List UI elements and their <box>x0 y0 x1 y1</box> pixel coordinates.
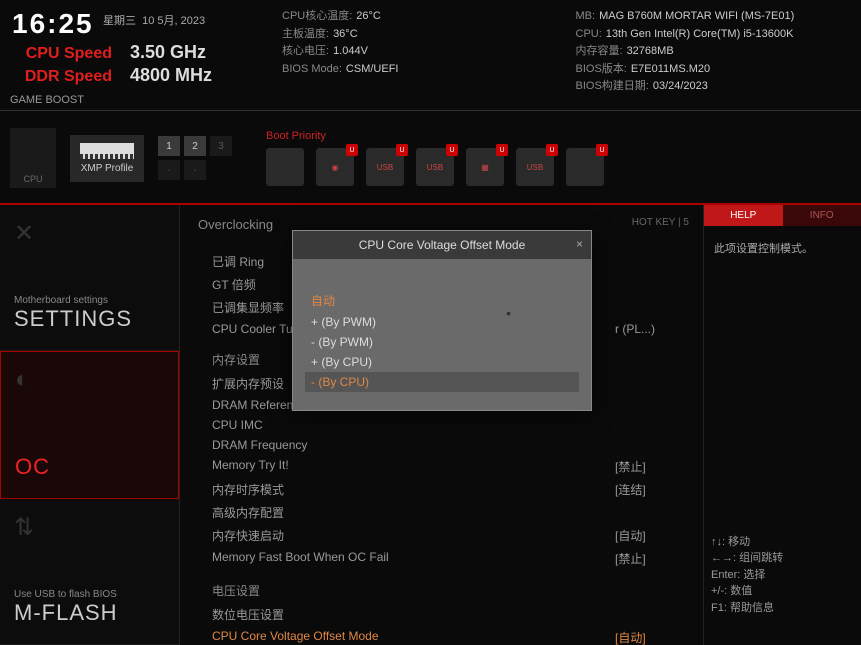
sysinfo-col-1: CPU核心温度:26°C 主板温度:36°C 核心电压:1.044V BIOS … <box>282 8 556 82</box>
boot-priority-area: Boot Priority ◉U USBU USBU ▦U USBU U <box>266 130 604 186</box>
gauge-icon: ◐ <box>15 366 30 394</box>
profile-slot-4[interactable]: · <box>158 160 180 180</box>
uefi-badge-icon: U <box>346 144 358 156</box>
profile-slot-3[interactable]: 3 <box>210 136 232 156</box>
boot-dev-3[interactable]: USBU <box>366 148 404 186</box>
setting-row[interactable]: 内存快速启动[自动] <box>212 524 685 547</box>
boot-dev-2[interactable]: ◉U <box>316 148 354 186</box>
modal-options: • 自动 + (By PWM) - (By PWM) + (By CPU) - … <box>293 259 591 410</box>
profile-slot-2[interactable]: 2 <box>184 136 206 156</box>
uefi-badge-icon: U <box>496 144 508 156</box>
voltage-offset-modal: CPU Core Voltage Offset Mode × • 自动 + (B… <box>292 230 592 411</box>
nav-settings[interactable]: ✕ Motherboard settings SETTINGS <box>0 205 179 351</box>
ram-icon <box>80 143 134 159</box>
cpu-speed-value: 3.50 GHz <box>130 42 206 63</box>
section-voltage: 电压设置 <box>212 582 685 599</box>
close-icon[interactable]: × <box>576 237 583 251</box>
tab-help[interactable]: HELP <box>704 205 783 226</box>
help-description: 此项设置控制模式。 <box>704 226 861 270</box>
uefi-badge-icon: U <box>396 144 408 156</box>
header-bar: 16:25 星期三 10 5月, 2023 CPU Speed 3.50 GHz… <box>0 0 861 90</box>
modal-title: CPU Core Voltage Offset Mode × <box>293 231 591 259</box>
option-auto[interactable]: 自动 <box>305 289 579 312</box>
hotkey-hint: HOT KEY | 5 <box>632 217 689 228</box>
boot-dev-1[interactable] <box>266 148 304 186</box>
mid-toolbar: CPU XMP Profile 1 2 3 · · Boot Priority … <box>0 111 861 205</box>
boot-dev-4[interactable]: USBU <box>416 148 454 186</box>
clock-time: 16:25 <box>12 8 94 40</box>
boot-priority-title: Boot Priority <box>266 130 604 142</box>
cpu-speed-label: CPU Speed <box>12 45 112 63</box>
sysinfo-col-2: MB:MAG B760M MORTAR WIFI (MS-7E01) CPU:1… <box>576 8 850 82</box>
setting-row-selected[interactable]: CPU Core Voltage Offset Mode[自动] <box>212 626 685 645</box>
option-minus-cpu[interactable]: - (By CPU) <box>305 372 579 392</box>
profile-slot-5[interactable]: · <box>184 160 206 180</box>
option-plus-pwm[interactable]: + (By PWM) <box>305 312 579 332</box>
option-plus-cpu[interactable]: + (By CPU) <box>305 352 579 372</box>
ddr-speed-label: DDR Speed <box>12 68 112 86</box>
uefi-badge-icon: U <box>596 144 608 156</box>
xmp-label: XMP Profile <box>81 163 134 174</box>
setting-row[interactable]: CPU IMC <box>212 415 685 435</box>
profile-slot-1[interactable]: 1 <box>158 136 180 156</box>
wrench-icon: ✕ <box>14 219 34 248</box>
option-minus-pwm[interactable]: - (By PWM) <box>305 332 579 352</box>
uefi-badge-icon: U <box>446 144 458 156</box>
marker-dot-icon: • <box>506 305 511 321</box>
profile-slots: 1 2 3 · · <box>158 136 232 180</box>
setting-row[interactable]: 数位电压设置 <box>212 603 685 626</box>
nav-mflash[interactable]: ⇅ Use USB to flash BIOS M-FLASH <box>0 499 179 645</box>
usb-icon: ⇅ <box>14 513 34 542</box>
left-nav: ✕ Motherboard settings SETTINGS ◐ OC ⇅ U… <box>0 205 180 645</box>
cpu-chip-icon[interactable]: CPU <box>10 128 56 188</box>
boot-dev-7[interactable]: U <box>566 148 604 186</box>
boot-dev-6[interactable]: USBU <box>516 148 554 186</box>
boot-dev-5[interactable]: ▦U <box>466 148 504 186</box>
xmp-profile-box[interactable]: XMP Profile <box>70 135 144 182</box>
date-line: 星期三 10 5月, 2023 <box>103 12 205 28</box>
setting-row[interactable]: DRAM Frequency <box>212 435 685 455</box>
uefi-badge-icon: U <box>546 144 558 156</box>
setting-row[interactable]: Memory Fast Boot When OC Fail[禁止] <box>212 547 685 570</box>
key-hints: ↑↓: 移动 ←→: 组间跳转 Enter: 选择 +/-: 数值 F1: 帮助… <box>711 534 851 617</box>
setting-row[interactable]: Memory Try It![禁止] <box>212 455 685 478</box>
nav-oc[interactable]: ◐ OC <box>0 351 179 498</box>
setting-row[interactable]: 内存时序模式[连结] <box>212 478 685 501</box>
ddr-speed-value: 4800 MHz <box>130 65 212 86</box>
clock-block: 16:25 星期三 10 5月, 2023 CPU Speed 3.50 GHz… <box>12 8 262 82</box>
setting-row[interactable]: 高级内存配置 <box>212 501 685 524</box>
tab-info[interactable]: INFO <box>783 205 861 226</box>
